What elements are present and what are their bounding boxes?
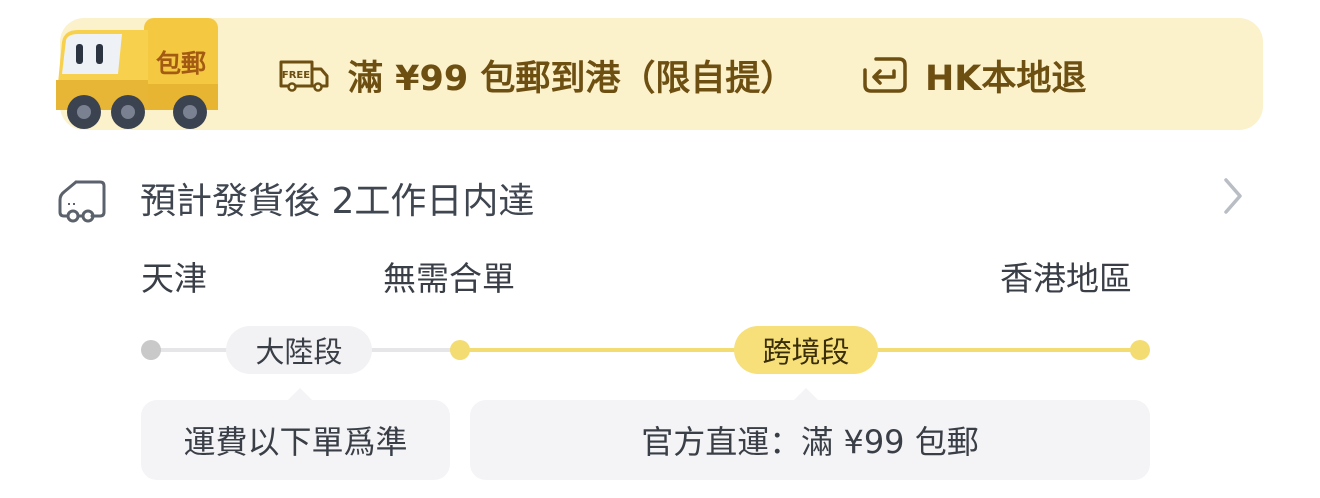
delivery-estimate-text: 預計發貨後 2工作日内達 <box>140 181 535 222</box>
delivery-truck-icon: 包郵 <box>56 18 218 129</box>
delivery-estimate-row[interactable]: 預計發貨後 2工作日内達 <box>54 168 1264 228</box>
mainland-segment-pill: 大陸段 <box>226 326 372 374</box>
free-shipping-text: 滿 ¥99 包郵到港（限自提） <box>348 58 796 99</box>
mainland-shipping-note: 運費以下單爲準 <box>141 400 450 480</box>
destination-label: 香港地區 <box>1000 259 1132 298</box>
hk-return-text: HK本地退 <box>925 58 1087 99</box>
origin-label: 天津 <box>141 259 207 298</box>
transfer-dot <box>450 340 470 360</box>
chevron-right-icon[interactable] <box>1220 174 1248 218</box>
mainland-note-pointer <box>288 388 312 400</box>
free-badge-text: FREE <box>282 70 310 81</box>
crossborder-note-pointer <box>794 388 818 400</box>
merge-note-label: 無需合單 <box>383 259 515 298</box>
crossborder-shipping-note: 官方直運：滿 ¥99 包郵 <box>470 400 1150 480</box>
origin-dot <box>141 340 161 360</box>
crossborder-segment-pill: 跨境段 <box>734 326 878 374</box>
destination-dot <box>1130 340 1150 360</box>
local-return-icon <box>863 57 907 93</box>
free-shipping-icon: FREE <box>279 60 329 92</box>
truck-label: 包郵 <box>156 49 206 78</box>
delivery-truck-outline-icon <box>58 180 106 223</box>
